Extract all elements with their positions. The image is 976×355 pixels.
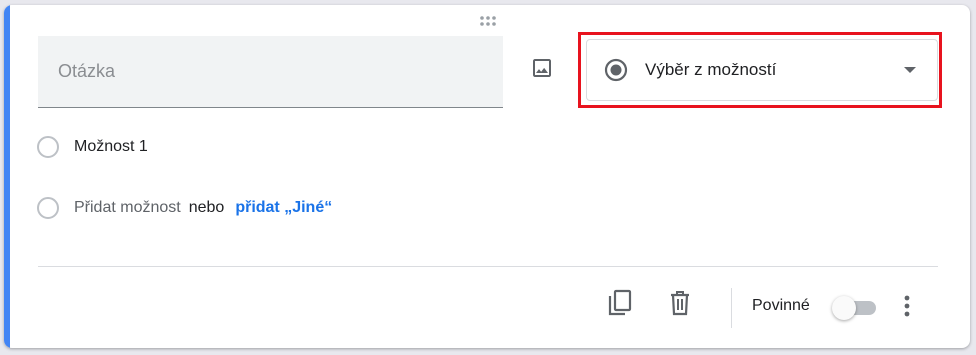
toggle-thumb [832,296,856,320]
add-image-button[interactable] [525,51,559,85]
radio-button-icon [37,136,59,158]
question-type-dropdown[interactable]: Výběr z možností [586,39,938,101]
option-label[interactable]: Možnost 1 [74,138,148,156]
add-option-row: Přidat možnost nebo přidat „Jiné“ [37,195,332,221]
chevron-down-icon [903,66,917,74]
required-label: Povinné [752,297,810,314]
required-toggle[interactable] [830,295,880,321]
image-icon [533,59,551,77]
add-other-option-link[interactable]: přidat „Jiné“ [235,199,332,217]
copy-icon [608,289,632,316]
drag-handle-icon[interactable] [478,15,498,29]
question-type-label: Výběr z možností [645,60,777,79]
question-title-input[interactable] [38,36,503,107]
duplicate-button[interactable] [605,288,635,318]
radio-button-checked-icon [603,57,629,83]
footer-separator [731,288,732,328]
more-vertical-icon [904,295,910,317]
question-title-field [38,36,503,108]
trash-icon [671,291,689,316]
or-text: nebo [188,199,225,216]
active-card-accent-bar [4,5,10,348]
question-card: Výběr z možností Možnost 1 Přidat možnos… [4,5,970,348]
add-option-input[interactable]: Přidat možnost [74,199,181,217]
footer-divider [38,266,938,267]
option-row: Možnost 1 [37,134,148,160]
more-options-button[interactable] [894,291,920,321]
delete-button[interactable] [665,288,695,318]
radio-button-icon [37,197,59,219]
